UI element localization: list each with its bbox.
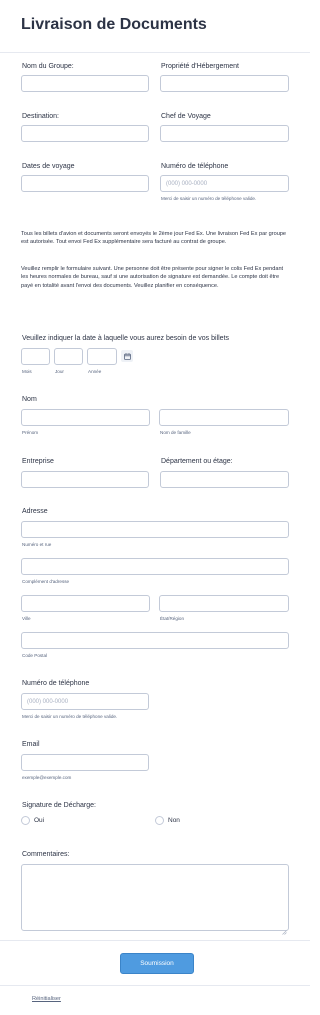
signature-label: Signature de Décharge:: [22, 802, 96, 809]
address-label: Adresse: [22, 508, 48, 515]
street-input[interactable]: [21, 521, 289, 538]
email-hint: exemple@exemple.com: [22, 775, 72, 780]
year-input[interactable]: [87, 348, 117, 365]
bottom-divider: [0, 985, 310, 986]
year-sublabel: Année: [88, 369, 102, 374]
comments-textarea[interactable]: [21, 864, 289, 931]
submit-button[interactable]: Soumission: [120, 953, 194, 974]
reset-link[interactable]: Réinitialiser: [32, 996, 61, 1002]
signature-yes-radio[interactable]: [21, 816, 30, 825]
trip-leader-input[interactable]: [160, 125, 289, 142]
month-input[interactable]: [21, 348, 50, 365]
travel-dates-input[interactable]: [21, 175, 149, 192]
form-title: Livraison de Documents: [21, 16, 207, 33]
state-input[interactable]: [159, 595, 289, 612]
postal-code-sublabel: Code Postal: [22, 653, 48, 658]
state-sublabel: État/Région: [160, 616, 185, 621]
street-sublabel: Numéro et rue: [22, 542, 52, 547]
info-paragraph-1: Tous les billets d'avion et documents se…: [21, 231, 287, 246]
destination-input[interactable]: [21, 125, 149, 142]
department-label: Département ou étage:: [161, 458, 233, 465]
city-sublabel: Ville: [22, 616, 31, 621]
phone-top-hint: Merci de saisir un numéro de téléphone v…: [161, 196, 257, 201]
travel-dates-label: Dates de voyage: [22, 163, 75, 170]
city-input[interactable]: [21, 595, 150, 612]
email-input[interactable]: [21, 754, 149, 771]
first-name-input[interactable]: [21, 409, 150, 426]
last-name-input[interactable]: [159, 409, 289, 426]
info-paragraph-2: Veuillez remplir le formulaire suivant. …: [21, 266, 284, 289]
resize-handle-icon[interactable]: [282, 922, 287, 940]
calendar-icon[interactable]: [121, 350, 133, 362]
destination-label: Destination:: [22, 113, 59, 120]
hosting-label: Propriété d'Hébergement: [161, 63, 239, 70]
postal-code-input[interactable]: [21, 632, 289, 649]
day-input[interactable]: [54, 348, 83, 365]
comments-label: Commentaires:: [22, 851, 70, 858]
last-name-sublabel: Nom de famille: [160, 430, 191, 435]
phone-top-input[interactable]: (000) 000-0000: [160, 175, 289, 192]
signature-yes-label[interactable]: Oui: [34, 817, 44, 824]
name-label: Nom: [22, 396, 37, 403]
phone-hint: Merci de saisir un numéro de téléphone v…: [22, 714, 118, 719]
hosting-input[interactable]: [160, 75, 289, 92]
phone-label: Numéro de téléphone: [22, 680, 90, 687]
phone-placeholder: (000) 000-0000: [27, 699, 69, 705]
group-name-input[interactable]: [21, 75, 149, 92]
phone-input[interactable]: (000) 000-0000: [21, 693, 149, 710]
header-divider: [0, 52, 310, 53]
company-label: Entreprise: [22, 458, 54, 465]
month-sublabel: Mois: [22, 369, 32, 374]
street2-sublabel: Complément d'adresse: [22, 579, 70, 584]
phone-top-placeholder: (000) 000-0000: [166, 181, 208, 187]
group-name-label: Nom du Groupe:: [22, 63, 74, 70]
first-name-sublabel: Prénom: [22, 430, 39, 435]
signature-no-radio[interactable]: [155, 816, 164, 825]
signature-no-label[interactable]: Non: [168, 817, 180, 824]
date-needed-label: Veuillez indiquer la date à laquelle vou…: [22, 335, 230, 342]
trip-leader-label: Chef de Voyage: [161, 113, 211, 120]
footer-divider: [0, 940, 310, 941]
email-label: Email: [22, 741, 40, 748]
department-input[interactable]: [160, 471, 289, 488]
company-input[interactable]: [21, 471, 149, 488]
phone-top-label: Numéro de téléphone: [161, 163, 229, 170]
day-sublabel: Jour: [55, 369, 64, 374]
street2-input[interactable]: [21, 558, 289, 575]
